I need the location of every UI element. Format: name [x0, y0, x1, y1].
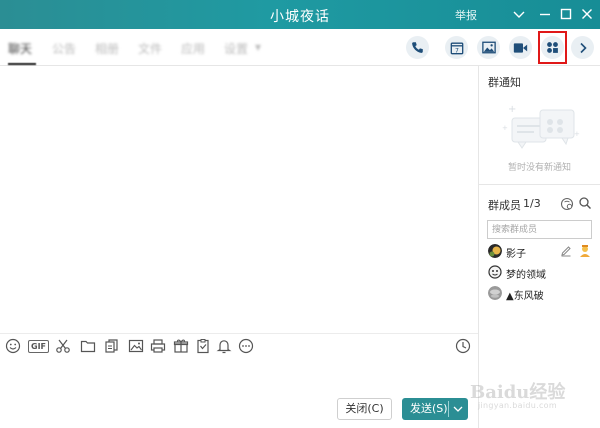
members-title: 群成员: [488, 199, 521, 212]
avatar: [488, 286, 502, 300]
search-icon[interactable]: [578, 196, 592, 210]
tab-apps[interactable]: 应用: [181, 40, 205, 57]
maximize-icon[interactable]: [557, 5, 575, 23]
video-icon: [513, 42, 528, 53]
close-button[interactable]: 关闭(C): [337, 398, 392, 420]
svg-text:+: +: [574, 130, 580, 138]
notice-empty-text: 暂时没有新通知: [507, 163, 571, 173]
empty-notice-icon: + + +: [502, 104, 580, 149]
phone-icon: [412, 42, 423, 53]
member-manage-icon[interactable]: [560, 197, 574, 211]
tab-announcement[interactable]: 公告: [52, 40, 76, 57]
member-row[interactable]: 梦的领域: [486, 264, 596, 282]
svg-text:+: +: [502, 124, 508, 132]
minimize-icon[interactable]: [536, 5, 554, 23]
image-icon: [481, 41, 496, 54]
title-bar: 小城夜话 举报: [0, 0, 600, 29]
member-name: ▲东风破: [506, 291, 544, 302]
input-divider: [0, 333, 478, 334]
expand-panel-button[interactable]: [571, 36, 594, 59]
tab-album[interactable]: 相册: [95, 40, 119, 57]
member-search-input[interactable]: [487, 220, 592, 239]
emoji-icon[interactable]: [5, 338, 21, 354]
avatar: [488, 244, 502, 258]
chevron-down-icon[interactable]: [452, 402, 464, 416]
notice-title: 群通知: [488, 76, 521, 89]
panel-divider: [478, 66, 479, 428]
picture-icon[interactable]: [128, 338, 144, 354]
input-toolbar: GIF: [0, 336, 478, 356]
chevron-right-icon: [579, 42, 587, 53]
member-name: 梦的领域: [506, 270, 546, 281]
highlight-box: [538, 31, 567, 64]
calendar-button[interactable]: 7: [445, 36, 468, 59]
clipboard-icon[interactable]: [195, 338, 211, 354]
tab-chat[interactable]: 聊天: [8, 40, 32, 57]
video-button[interactable]: [509, 36, 532, 59]
members-count: 1/3: [523, 197, 541, 210]
report-link[interactable]: 举报: [455, 7, 477, 23]
owner-icon: [580, 245, 590, 257]
svg-text:+: +: [508, 104, 516, 115]
image-button[interactable]: [477, 36, 500, 59]
bell-icon[interactable]: [216, 338, 232, 354]
active-tab-indicator: [8, 63, 36, 65]
member-name: 影子: [506, 249, 526, 260]
printer-icon[interactable]: [150, 338, 166, 354]
chevron-down-icon[interactable]: ▾: [255, 40, 261, 54]
gift-icon[interactable]: [173, 338, 189, 354]
watermark-url: jingyan.baidu.com: [478, 401, 557, 410]
files-icon[interactable]: [104, 338, 120, 354]
edit-icon[interactable]: [560, 245, 572, 257]
avatar: [488, 265, 502, 279]
calendar-day: 7: [455, 47, 459, 54]
scissors-icon[interactable]: [55, 338, 71, 354]
more-icon[interactable]: [238, 338, 254, 354]
close-icon[interactable]: [578, 5, 596, 23]
message-area[interactable]: [0, 66, 478, 333]
chevron-down-icon[interactable]: [510, 5, 528, 23]
tab-settings[interactable]: 设置: [224, 40, 248, 57]
clock-icon[interactable]: [455, 338, 471, 354]
member-row[interactable]: 影子: [486, 243, 596, 261]
folder-icon[interactable]: [80, 338, 96, 354]
gif-icon[interactable]: GIF: [28, 340, 50, 353]
tab-files[interactable]: 文件: [138, 40, 162, 57]
send-split-divider: [448, 401, 449, 417]
phone-button[interactable]: [406, 36, 429, 59]
calendar-icon: 7: [450, 42, 463, 54]
member-row[interactable]: ▲东风破: [486, 285, 596, 303]
right-panel-divider: [479, 184, 600, 185]
